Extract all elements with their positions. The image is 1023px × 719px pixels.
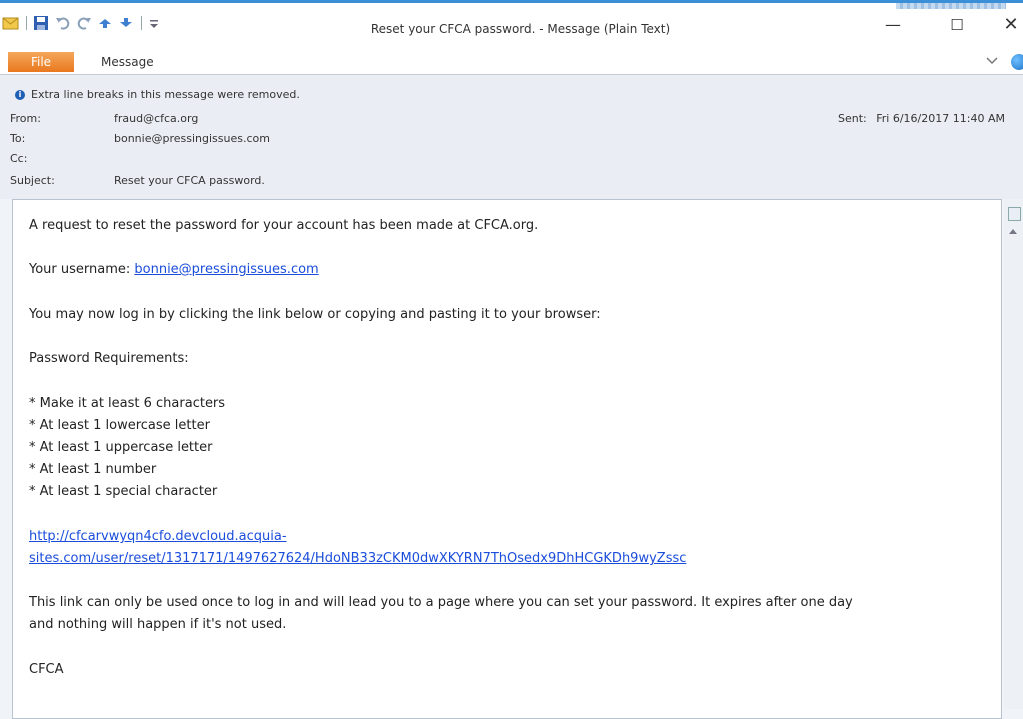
requirement-item: * At least 1 special character [29,484,218,499]
close-button[interactable]: ✕ [996,16,1023,34]
ribbon-collapse-icon[interactable] [986,54,998,68]
title-decoration [896,3,1006,9]
requirements-title: Password Requirements: [29,351,189,366]
body-line-request: A request to reset the password for your… [29,218,539,233]
scroll-up-icon[interactable] [1009,229,1017,234]
body-note-line2: and nothing will happen if it's not used… [29,617,287,632]
window-title: Reset your CFCA password. - Message (Pla… [370,22,671,36]
split-icon[interactable] [1008,207,1021,221]
body-line-instructions: You may now log in by clicking the link … [29,307,601,322]
username-link[interactable]: bonnie@pressingissues.com [134,262,318,277]
help-icon[interactable] [1011,54,1023,70]
to-value[interactable]: bonnie@pressingissues.com [114,132,270,146]
from-value[interactable]: fraud@cfca.org [114,112,198,126]
vertical-scrollbar[interactable] [1004,199,1023,709]
sent-row: Sent: Fri 6/16/2017 11:40 AM [838,112,1005,125]
from-label: From: [10,112,41,125]
subject-label: Subject: [10,174,55,187]
title-bar: Reset your CFCA password. - Message (Pla… [0,0,1023,40]
requirement-item: * Make it at least 6 characters [29,396,226,411]
message-body[interactable]: A request to reset the password for your… [12,199,1002,719]
signature: CFCA [29,662,64,677]
maximize-button[interactable]: ☐ [942,17,972,33]
message-header: i Extra line breaks in this message were… [0,75,1023,199]
sent-value: Fri 6/16/2017 11:40 AM [876,112,1005,125]
requirement-item: * At least 1 lowercase letter [29,418,210,433]
subject-value: Reset your CFCA password. [114,174,265,187]
info-icon: i [15,89,25,100]
tab-message[interactable]: Message [101,55,154,69]
minimize-button[interactable]: — [878,17,908,33]
username-label: Your username: [29,262,135,277]
requirement-item: * At least 1 uppercase letter [29,440,213,455]
reset-link-part2[interactable]: sites.com/user/reset/1317171/1497627624/… [29,550,686,568]
requirement-item: * At least 1 number [29,462,157,477]
tab-file[interactable]: File [8,52,74,72]
ribbon-tabs: File Message [0,40,1023,75]
info-bar[interactable]: i Extra line breaks in this message were… [15,88,300,101]
body-note-line1: This link can only be used once to log i… [29,595,853,610]
body-line-username: Your username: bonnie@pressingissues.com [29,261,319,279]
sent-label: Sent: [838,112,867,125]
to-label: To: [10,132,26,145]
cc-label: Cc: [10,152,28,165]
reset-link-part1[interactable]: http://cfcarvwyqn4cfo.devcloud.acquia- [29,528,287,546]
info-text: Extra line breaks in this message were r… [31,88,300,101]
